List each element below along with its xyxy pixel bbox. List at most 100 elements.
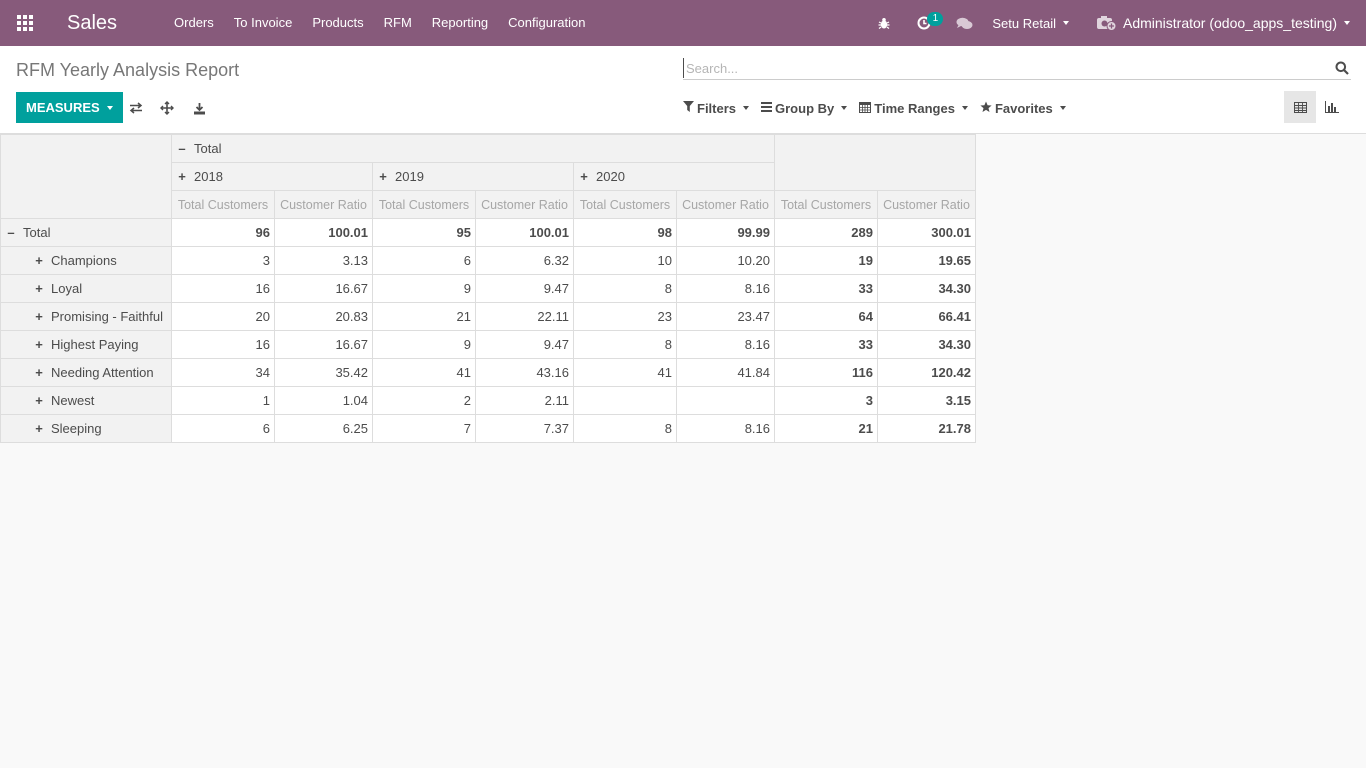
row-header[interactable]: + Sleeping <box>0 414 172 443</box>
menu-to-invoice[interactable]: To Invoice <box>224 0 303 46</box>
favorites-dropdown[interactable]: Favorites <box>980 101 1066 116</box>
cell-value[interactable]: 16.67 <box>274 330 373 359</box>
measure-header[interactable]: Customer Ratio <box>274 190 373 219</box>
cell-value[interactable]: 99.99 <box>676 218 775 247</box>
cell-value[interactable]: 8 <box>573 330 677 359</box>
cell-value[interactable]: 3 <box>171 246 275 275</box>
cell-value[interactable]: 34.30 <box>877 274 976 303</box>
cell-value[interactable]: 3 <box>774 386 878 415</box>
cell-value[interactable]: 16 <box>171 330 275 359</box>
cell-value[interactable]: 9.47 <box>475 274 574 303</box>
cell-value[interactable]: 100.01 <box>274 218 373 247</box>
menu-orders[interactable]: Orders <box>164 0 224 46</box>
user-menu[interactable]: Administrator (odoo_apps_testing) <box>1083 15 1366 31</box>
measure-header[interactable]: Total Customers <box>372 190 476 219</box>
row-header[interactable]: + Loyal <box>0 274 172 303</box>
col-header-total[interactable]: – Total <box>171 134 775 163</box>
graph-view-bar-chart-icon[interactable] <box>1316 91 1348 123</box>
cell-value[interactable]: 66.41 <box>877 302 976 331</box>
cell-value[interactable]: 6.25 <box>274 414 373 443</box>
cell-value[interactable]: 20.83 <box>274 302 373 331</box>
cell-value[interactable]: 120.42 <box>877 358 976 387</box>
cell-value[interactable]: 33 <box>774 274 878 303</box>
cell-value[interactable]: 34 <box>171 358 275 387</box>
row-header[interactable]: + Highest Paying <box>0 330 172 359</box>
cell-value[interactable]: 100.01 <box>475 218 574 247</box>
measures-button[interactable]: MEASURES <box>16 92 123 123</box>
cell-value[interactable]: 300.01 <box>877 218 976 247</box>
cell-value[interactable]: 8.16 <box>676 274 775 303</box>
cell-value[interactable]: 1 <box>171 386 275 415</box>
cell-value[interactable]: 6 <box>171 414 275 443</box>
debug-bug-icon[interactable] <box>864 0 904 46</box>
timeranges-dropdown[interactable]: Time Ranges <box>859 101 968 116</box>
activity-clock-icon[interactable]: 1 <box>904 0 944 46</box>
cell-value[interactable] <box>573 386 677 415</box>
cell-value[interactable]: 1.04 <box>274 386 373 415</box>
menu-reporting[interactable]: Reporting <box>422 0 498 46</box>
menu-rfm[interactable]: RFM <box>374 0 422 46</box>
cell-value[interactable]: 9 <box>372 330 476 359</box>
cell-value[interactable] <box>676 386 775 415</box>
cell-value[interactable]: 19.65 <box>877 246 976 275</box>
cell-value[interactable]: 19 <box>774 246 878 275</box>
cell-value[interactable]: 21 <box>372 302 476 331</box>
cell-value[interactable]: 41.84 <box>676 358 775 387</box>
cell-value[interactable]: 95 <box>372 218 476 247</box>
search-icon[interactable] <box>1335 61 1349 75</box>
cell-value[interactable]: 34.30 <box>877 330 976 359</box>
cell-value[interactable]: 16.67 <box>274 274 373 303</box>
cell-value[interactable]: 7.37 <box>475 414 574 443</box>
flip-axis-icon[interactable] <box>126 98 146 118</box>
messaging-chat-icon[interactable] <box>944 0 984 46</box>
apps-menu-icon[interactable] <box>0 0 50 46</box>
pivot-view-table-icon[interactable] <box>1284 91 1316 123</box>
cell-value[interactable]: 43.16 <box>475 358 574 387</box>
row-header-total[interactable]: – Total <box>0 218 172 247</box>
cell-value[interactable]: 22.11 <box>475 302 574 331</box>
cell-value[interactable]: 16 <box>171 274 275 303</box>
cell-value[interactable]: 23 <box>573 302 677 331</box>
col-header-year[interactable]: +2019 <box>372 162 574 191</box>
cell-value[interactable]: 21 <box>774 414 878 443</box>
filters-dropdown[interactable]: Filters <box>683 101 750 116</box>
col-header-year[interactable]: +2018 <box>171 162 373 191</box>
cell-value[interactable]: 9 <box>372 274 476 303</box>
cell-value[interactable]: 98 <box>573 218 677 247</box>
cell-value[interactable]: 2.11 <box>475 386 574 415</box>
cell-value[interactable]: 33 <box>774 330 878 359</box>
cell-value[interactable]: 8 <box>573 274 677 303</box>
app-brand[interactable]: Sales <box>67 12 117 35</box>
cell-value[interactable]: 23.47 <box>676 302 775 331</box>
cell-value[interactable]: 6.32 <box>475 246 574 275</box>
cell-value[interactable]: 6 <box>372 246 476 275</box>
cell-value[interactable]: 8.16 <box>676 330 775 359</box>
cell-value[interactable]: 20 <box>171 302 275 331</box>
cell-value[interactable]: 10.20 <box>676 246 775 275</box>
cell-value[interactable]: 7 <box>372 414 476 443</box>
search-input[interactable] <box>683 58 1323 78</box>
menu-products[interactable]: Products <box>302 0 373 46</box>
cell-value[interactable]: 64 <box>774 302 878 331</box>
cell-value[interactable]: 41 <box>372 358 476 387</box>
download-icon[interactable] <box>189 98 209 118</box>
cell-value[interactable]: 21.78 <box>877 414 976 443</box>
company-switcher[interactable]: Setu Retail <box>984 16 1083 31</box>
cell-value[interactable]: 116 <box>774 358 878 387</box>
cell-value[interactable]: 8.16 <box>676 414 775 443</box>
measure-header[interactable]: Customer Ratio <box>877 190 976 219</box>
cell-value[interactable]: 3.13 <box>274 246 373 275</box>
cell-value[interactable]: 2 <box>372 386 476 415</box>
cell-value[interactable]: 9.47 <box>475 330 574 359</box>
cell-value[interactable]: 35.42 <box>274 358 373 387</box>
col-header-year[interactable]: +2020 <box>573 162 775 191</box>
groupby-dropdown[interactable]: Group By <box>761 101 848 116</box>
cell-value[interactable]: 3.15 <box>877 386 976 415</box>
measure-header[interactable]: Total Customers <box>171 190 275 219</box>
row-header[interactable]: + Champions <box>0 246 172 275</box>
measure-header[interactable]: Customer Ratio <box>475 190 574 219</box>
cell-value[interactable]: 41 <box>573 358 677 387</box>
menu-configuration[interactable]: Configuration <box>498 0 595 46</box>
cell-value[interactable]: 96 <box>171 218 275 247</box>
measure-header[interactable]: Customer Ratio <box>676 190 775 219</box>
